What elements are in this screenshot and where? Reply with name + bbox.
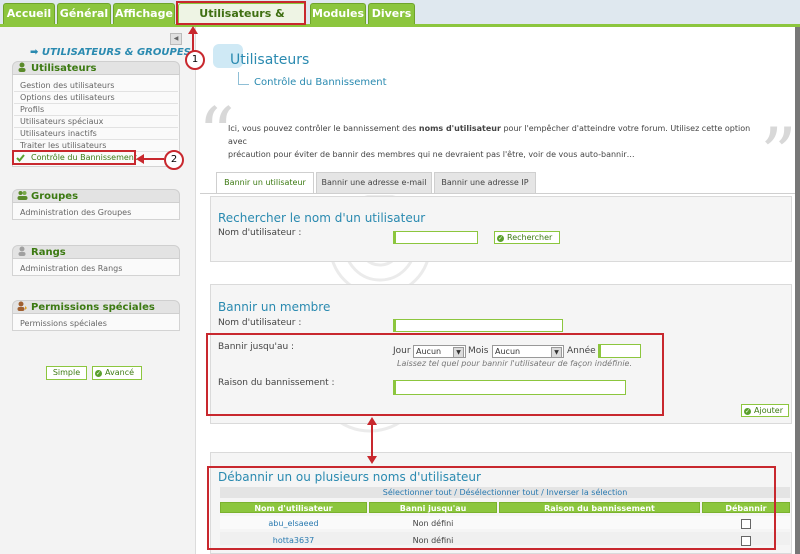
callout-2: 2 xyxy=(164,150,184,170)
callout-1: 1 xyxy=(185,50,205,70)
annotation-arrows xyxy=(136,26,377,464)
window-edge xyxy=(795,27,800,554)
